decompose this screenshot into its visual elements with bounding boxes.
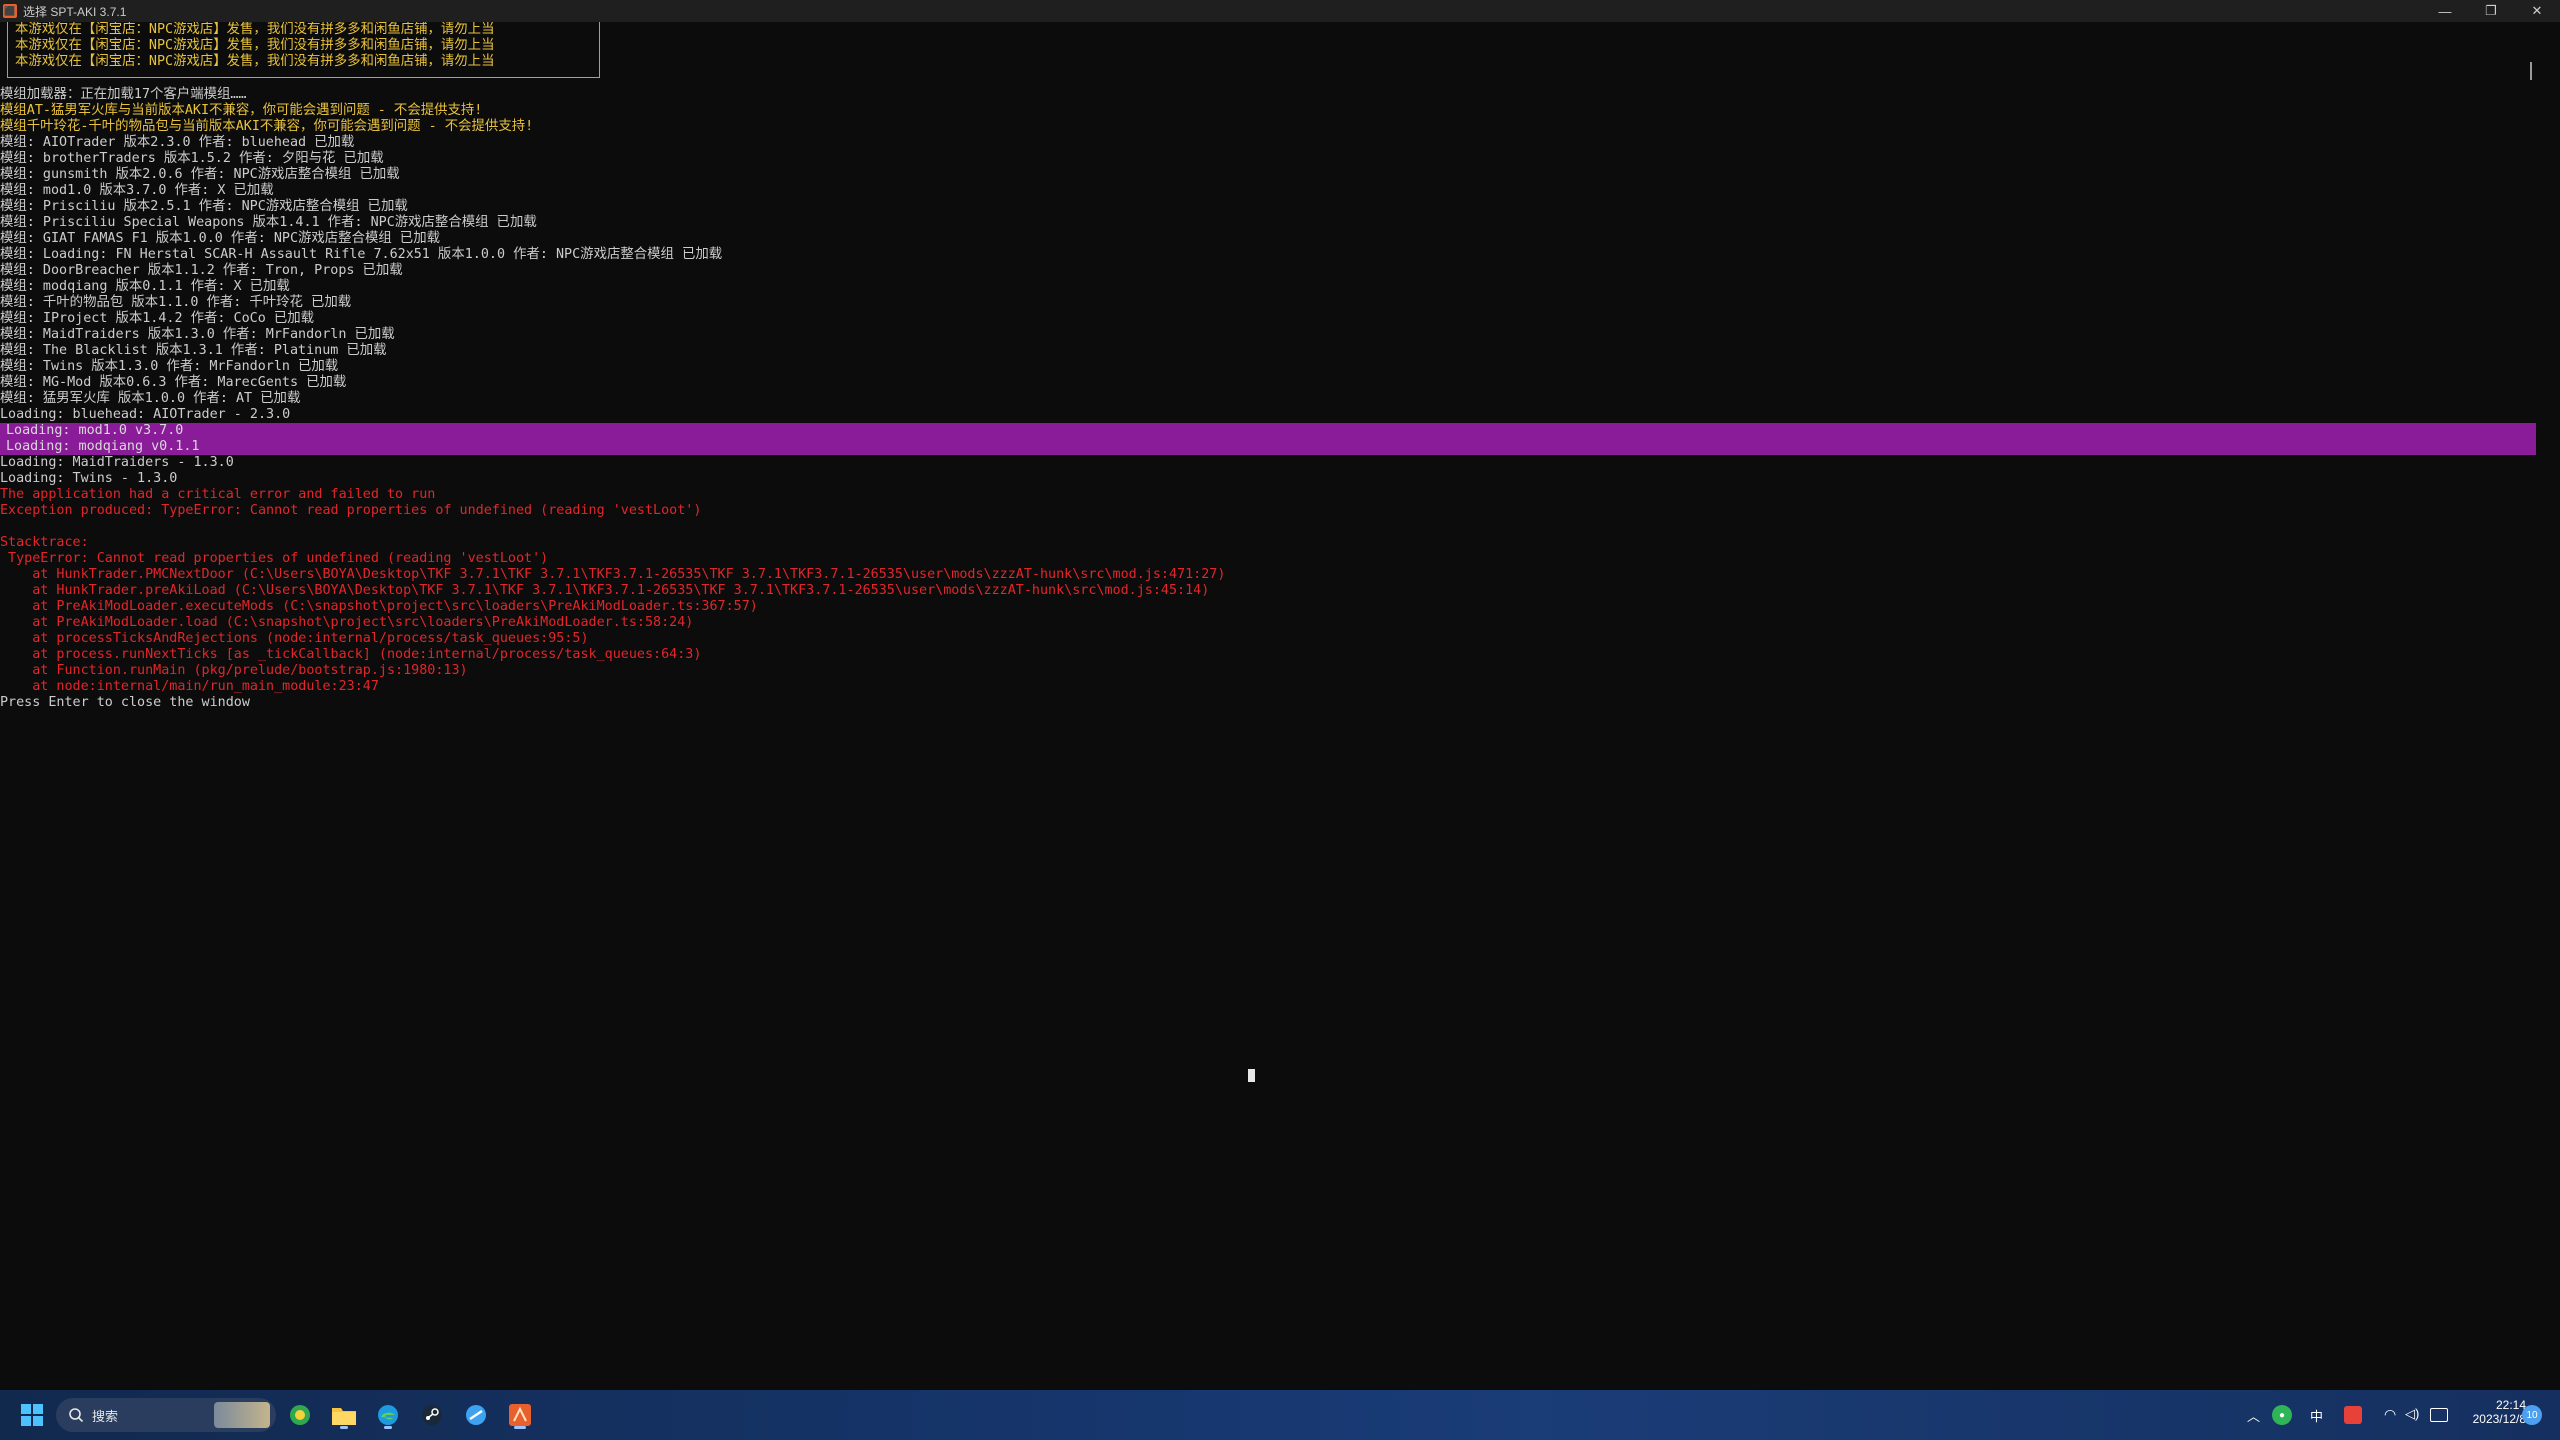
taskbar-file-explorer[interactable] bbox=[328, 1399, 360, 1431]
selected-text-highlight: Loading: mod1.0 v3.7.0 Loading: modqiang… bbox=[0, 423, 2536, 455]
console-line: 模组: 猛男军火库 版本1.0.0 作者: AT 已加载 bbox=[0, 391, 301, 406]
clock-time: 22:14 bbox=[2495, 1398, 2526, 1412]
console-line: at HunkTrader.preAkiLoad (C:\Users\BOYA\… bbox=[0, 583, 1210, 598]
console-line: 模组: DoorBreacher 版本1.1.2 作者: Tron, Props… bbox=[0, 263, 403, 278]
highlighted-line: Loading: mod1.0 v3.7.0 bbox=[6, 423, 184, 438]
windows-logo-icon bbox=[21, 1404, 43, 1426]
blue-browser-icon bbox=[466, 1405, 486, 1425]
folder-icon bbox=[332, 1408, 356, 1425]
search-icon bbox=[69, 1408, 84, 1423]
console-line: Stacktrace: bbox=[0, 535, 89, 550]
window-controls: — ❐ ✕ bbox=[2422, 0, 2560, 22]
console-line: TypeError: Cannot read properties of und… bbox=[0, 551, 549, 566]
console-line: Loading: bluehead: AIOTrader - 2.3.0 bbox=[0, 407, 291, 422]
console-line: at PreAkiModLoader.executeMods (C:\snaps… bbox=[0, 599, 758, 614]
console-line: at node:internal/main/run_main_module:23… bbox=[0, 679, 379, 694]
running-indicator bbox=[514, 1426, 526, 1429]
console-line: 模组: MaidTraiders 版本1.3.0 作者: MrFandorln … bbox=[0, 327, 395, 342]
game-launcher-icon bbox=[290, 1405, 310, 1425]
restore-button[interactable]: ❐ bbox=[2468, 0, 2514, 22]
taskbar-edge[interactable] bbox=[372, 1399, 404, 1431]
ime-indicator[interactable]: 中 bbox=[2310, 1406, 2323, 1425]
console-line: 模组: gunsmith 版本2.0.6 作者: NPC游戏店整合模组 已加载 bbox=[0, 167, 400, 182]
volume-icon[interactable]: ◁) bbox=[2405, 1406, 2419, 1422]
running-indicator bbox=[384, 1426, 392, 1429]
title-bar: ⬛ 选择 SPT-AKI 3.7.1 — ❐ ✕ bbox=[0, 0, 2560, 22]
console-line: 模组: GIAT FAMAS F1 版本1.0.0 作者: NPC游戏店整合模组… bbox=[0, 231, 440, 246]
console-line: at HunkTrader.PMCNextDoor (C:\Users\BOYA… bbox=[0, 567, 1226, 582]
battery-icon[interactable] bbox=[2430, 1408, 2448, 1422]
window-title: 选择 SPT-AKI 3.7.1 bbox=[23, 4, 127, 19]
minimize-button[interactable]: — bbox=[2422, 0, 2468, 22]
console-line: Loading: MaidTraiders - 1.3.0 bbox=[0, 455, 234, 470]
taskbar: 搜索 ︿ ● 中 ◠ ◁) 22:14 2023/12/8 10 bbox=[0, 1390, 2560, 1440]
wechat-tray-icon[interactable]: ● bbox=[2272, 1405, 2292, 1425]
console-line: at Function.runMain (pkg/prelude/bootstr… bbox=[0, 663, 468, 678]
console-line: 模组: The Blacklist 版本1.3.1 作者: Platinum 已… bbox=[0, 343, 387, 358]
text-cursor bbox=[1248, 1069, 1255, 1082]
scrollbar-thumb[interactable] bbox=[2530, 62, 2532, 80]
clock-date: 2023/12/8 bbox=[2472, 1412, 2526, 1426]
console-line: 模组: AIOTrader 版本2.3.0 作者: bluehead 已加载 bbox=[0, 135, 355, 150]
taskbar-spt-aki[interactable] bbox=[504, 1399, 536, 1431]
close-button[interactable]: ✕ bbox=[2514, 0, 2560, 22]
console-line: 模组: modqiang 版本0.1.1 作者: X 已加载 bbox=[0, 279, 290, 294]
search-label: 搜索 bbox=[92, 1408, 119, 1424]
console-line: 模组千叶玲花-千叶的物品包与当前版本AKI不兼容，你可能会遇到问题 - 不会提供… bbox=[0, 119, 534, 134]
edge-browser-icon bbox=[378, 1405, 398, 1425]
console-line: The application had a critical error and… bbox=[0, 487, 436, 502]
console-line: at processTicksAndRejections (node:inter… bbox=[0, 631, 589, 646]
notification-badge[interactable]: 10 bbox=[2522, 1405, 2542, 1425]
security-tray-icon[interactable] bbox=[2344, 1406, 2362, 1424]
console-line: 模组: mod1.0 版本3.7.0 作者: X 已加载 bbox=[0, 183, 274, 198]
search-highlight-image bbox=[214, 1402, 270, 1428]
console-line: 模组AT-猛男军火库与当前版本AKI不兼容，你可能会遇到问题 - 不会提供支持! bbox=[0, 103, 483, 118]
taskbar-browser-app[interactable] bbox=[460, 1399, 492, 1431]
notice-box: 本游戏仅在【闲宝店：NPC游戏店】发售，我们没有拼多多和闲鱼店铺，请勿上当 本游… bbox=[7, 22, 600, 78]
console-line: 模组: Prisciliu Special Weapons 版本1.4.1 作者… bbox=[0, 215, 537, 230]
console-line: Press Enter to close the window bbox=[0, 695, 250, 710]
steam-icon bbox=[422, 1405, 442, 1425]
console-line: 模组: MG-Mod 版本0.6.3 作者: MarecGents 已加载 bbox=[0, 375, 347, 390]
running-indicator bbox=[340, 1426, 348, 1429]
taskbar-steam[interactable] bbox=[416, 1399, 448, 1431]
console-line: 模组加载器：正在加载17个客户端模组…… bbox=[0, 87, 247, 102]
notice-line: 本游戏仅在【闲宝店：NPC游戏店】发售，我们没有拼多多和闲鱼店铺，请勿上当 bbox=[15, 54, 495, 69]
console-line: at process.runNextTicks [as _tickCallbac… bbox=[0, 647, 702, 662]
notice-line: 本游戏仅在【闲宝店：NPC游戏店】发售，我们没有拼多多和闲鱼店铺，请勿上当 bbox=[15, 38, 495, 53]
clock[interactable]: 22:14 2023/12/8 bbox=[2462, 1398, 2526, 1426]
console-line: Exception produced: TypeError: Cannot re… bbox=[0, 503, 702, 518]
notice-line: 本游戏仅在【闲宝店：NPC游戏店】发售，我们没有拼多多和闲鱼店铺，请勿上当 bbox=[15, 22, 495, 37]
console-line: 模组: Loading: FN Herstal SCAR-H Assault R… bbox=[0, 247, 723, 262]
spt-app-icon bbox=[509, 1404, 531, 1426]
console-output[interactable]: 本游戏仅在【闲宝店：NPC游戏店】发售，我们没有拼多多和闲鱼店铺，请勿上当 本游… bbox=[0, 22, 2540, 1390]
console-line: 模组: brotherTraders 版本1.5.2 作者: 夕阳与花 已加载 bbox=[0, 151, 384, 166]
taskbar-search[interactable]: 搜索 bbox=[56, 1398, 276, 1432]
console-line: at PreAkiModLoader.load (C:\snapshot\pro… bbox=[0, 615, 694, 630]
wifi-icon[interactable]: ◠ bbox=[2384, 1406, 2396, 1423]
highlighted-line: Loading: modqiang v0.1.1 bbox=[6, 439, 200, 454]
console-line: 模组: 千叶的物品包 版本1.1.0 作者: 千叶玲花 已加载 bbox=[0, 295, 352, 310]
show-hidden-icons-button[interactable]: ︿ bbox=[2247, 1406, 2260, 1425]
start-button[interactable] bbox=[16, 1399, 48, 1431]
console-line: 模组: Prisciliu 版本2.5.1 作者: NPC游戏店整合模组 已加载 bbox=[0, 199, 408, 214]
taskbar-app-green[interactable] bbox=[284, 1399, 316, 1431]
spt-app-icon: ⬛ bbox=[3, 4, 17, 18]
console-line: 模组: Twins 版本1.3.0 作者: MrFandorln 已加载 bbox=[0, 359, 339, 374]
console-line: 模组: IProject 版本1.4.2 作者: CoCo 已加载 bbox=[0, 311, 314, 326]
console-line: Loading: Twins - 1.3.0 bbox=[0, 471, 178, 486]
